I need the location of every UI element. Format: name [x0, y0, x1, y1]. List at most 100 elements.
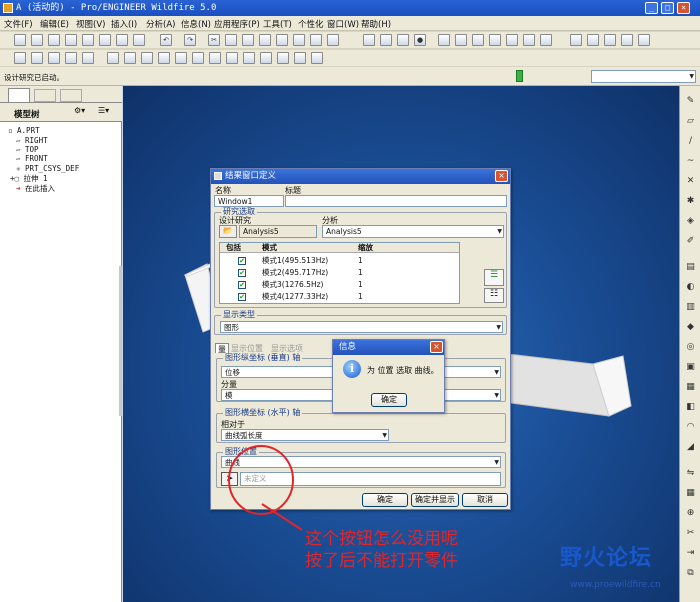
maximize-icon[interactable]: □ — [661, 2, 674, 14]
zoom-in-icon[interactable] — [438, 34, 450, 46]
menu-edit[interactable]: 编辑(E) — [40, 18, 69, 30]
pattern-tool-icon[interactable]: ▦ — [683, 486, 698, 501]
sweep-tool-icon[interactable]: ▥ — [683, 300, 698, 315]
analysis-tool-13-icon[interactable] — [311, 52, 323, 64]
blend-tool-icon[interactable]: ◆ — [683, 320, 698, 335]
analysis-tool-12-icon[interactable] — [294, 52, 306, 64]
menu-help[interactable]: 帮助(H) — [361, 18, 391, 30]
tree-item-top[interactable]: ▱ TOP — [16, 145, 39, 154]
analysis-select[interactable]: Analysis5 ▼ — [322, 225, 504, 238]
analysis-tool-7-icon[interactable] — [209, 52, 221, 64]
tab-display-location[interactable]: 显示位置 — [231, 343, 269, 353]
trim-tool-icon[interactable]: ✂ — [683, 526, 698, 541]
reorient-icon[interactable] — [489, 34, 501, 46]
name-input[interactable]: Window1 — [214, 195, 284, 207]
tab-quantity[interactable]: 量 — [215, 343, 229, 354]
menu-file[interactable]: 文件(F) — [4, 18, 33, 30]
close-icon[interactable]: × — [677, 2, 690, 14]
analysis-tool-3-icon[interactable] — [141, 52, 153, 64]
analysis-tool-10-icon[interactable] — [260, 52, 272, 64]
saved-views-icon[interactable] — [506, 34, 518, 46]
redo-icon[interactable]: ↷ — [184, 34, 196, 46]
deselect-all-icon[interactable]: ☷ — [484, 288, 504, 303]
tree-item-csys[interactable]: ✳ PRT_CSYS_DEF — [16, 164, 79, 173]
print-icon[interactable] — [65, 34, 77, 46]
extrude-tool-icon[interactable]: ▤ — [683, 260, 698, 275]
info-ok-button[interactable]: 确定 — [371, 393, 407, 407]
folder-browser-tab-icon[interactable] — [34, 89, 56, 102]
curve-tool-icon[interactable]: ~ — [683, 154, 698, 169]
tree-item-root[interactable]: ▫ A.PRT — [8, 126, 40, 135]
tree-item-right[interactable]: ▱ RIGHT — [16, 136, 48, 145]
tree-item-front[interactable]: ▱ FRONT — [16, 154, 48, 163]
tab-display-options[interactable]: 显示选项 — [271, 343, 311, 353]
filter-dropdown[interactable]: ▼ — [591, 70, 696, 83]
point-tool-icon[interactable]: ✕ — [683, 174, 698, 189]
revolve-tool-icon[interactable]: ◐ — [683, 280, 698, 295]
tree-item-extrude[interactable]: +▢ 拉伸 1 — [10, 174, 48, 183]
analysis-tool-2-icon[interactable] — [124, 52, 136, 64]
menu-applications[interactable]: 应用程序(P) — [214, 18, 260, 30]
refit-icon[interactable] — [472, 34, 484, 46]
title-input[interactable] — [285, 195, 507, 207]
new-file-icon[interactable] — [14, 34, 26, 46]
shading-icon[interactable]: ● — [414, 34, 426, 46]
select-box-icon[interactable] — [327, 34, 339, 46]
info-close-icon[interactable]: × — [430, 341, 443, 353]
favorites-tab-icon[interactable] — [60, 89, 82, 102]
sketch-tool-icon[interactable]: ✎ — [683, 94, 698, 109]
ok-and-show-button[interactable]: 确定并显示 — [411, 493, 459, 507]
datum-csys-icon[interactable] — [65, 52, 77, 64]
analysis-tool-9-icon[interactable] — [243, 52, 255, 64]
context-help-icon[interactable] — [638, 34, 650, 46]
zoom-out-icon[interactable] — [455, 34, 467, 46]
analysis-tool-8-icon[interactable] — [226, 52, 238, 64]
display-type-select[interactable]: 图形 ▼ — [220, 321, 503, 333]
table-row[interactable]: ✔ 模式3(1276.5Hz) 1 — [220, 279, 459, 291]
rib-tool-icon[interactable]: ▦ — [683, 380, 698, 395]
merge-tool-icon[interactable]: ⊕ — [683, 506, 698, 521]
datum-point-icon[interactable] — [48, 52, 60, 64]
tree-settings-icon[interactable]: ⚙▾ — [74, 106, 94, 118]
hidden-line-icon[interactable] — [587, 34, 599, 46]
datum-plane-icon[interactable] — [14, 52, 26, 64]
repaint-icon[interactable] — [363, 34, 375, 46]
analysis-tool-5-icon[interactable] — [175, 52, 187, 64]
select-all-icon[interactable]: ☰ — [484, 269, 504, 286]
csys-tool-icon[interactable]: ✱ — [683, 194, 698, 209]
mirror-tool-icon[interactable]: ⇋ — [683, 466, 698, 481]
analysis-tool-1-icon[interactable] — [107, 52, 119, 64]
table-row[interactable]: ✔ 模式2(495.717Hz) 1 — [220, 267, 459, 279]
layers-icon[interactable] — [523, 34, 535, 46]
analysis-tool-6-icon[interactable] — [192, 52, 204, 64]
hole-tool-icon[interactable]: ◎ — [683, 340, 698, 355]
regenerate-model-icon[interactable] — [276, 34, 288, 46]
spin-center-icon[interactable] — [380, 34, 392, 46]
menu-window[interactable]: 窗口(W) — [327, 18, 359, 30]
offset-tool-icon[interactable]: ⧉ — [683, 566, 698, 581]
include-checkbox[interactable]: ✔ — [238, 257, 246, 265]
wireframe-icon[interactable] — [570, 34, 582, 46]
extend-tool-icon[interactable]: ⇥ — [683, 546, 698, 561]
panel-resize-handle[interactable] — [119, 266, 122, 416]
model-tree-tab-icon[interactable] — [8, 88, 30, 102]
open-folder-icon[interactable]: 📂 — [219, 225, 237, 238]
paste-icon[interactable] — [242, 34, 254, 46]
analysis-tool-11-icon[interactable] — [277, 52, 289, 64]
menu-customize[interactable]: 个性化 — [298, 18, 324, 30]
save-icon[interactable] — [48, 34, 60, 46]
round-tool-icon[interactable]: ◠ — [683, 420, 698, 435]
mail-link-icon[interactable] — [99, 34, 111, 46]
datum-axis-icon[interactable] — [31, 52, 43, 64]
open-file-icon[interactable] — [31, 34, 43, 46]
send-mail-icon[interactable] — [82, 34, 94, 46]
menu-view[interactable]: 视图(V) — [76, 18, 105, 30]
analysis-tool-4-icon[interactable] — [158, 52, 170, 64]
ok-button[interactable]: 确定 — [362, 493, 408, 507]
orient-mode-icon[interactable] — [397, 34, 409, 46]
axis-tool-icon[interactable]: / — [683, 134, 698, 149]
tree-show-icon[interactable]: ☰▾ — [98, 106, 118, 118]
scissors-icon[interactable]: ✂ — [208, 34, 220, 46]
view-manager-icon[interactable] — [540, 34, 552, 46]
table-row[interactable]: ✔ 模式4(1277.33Hz) 1 — [220, 291, 459, 303]
